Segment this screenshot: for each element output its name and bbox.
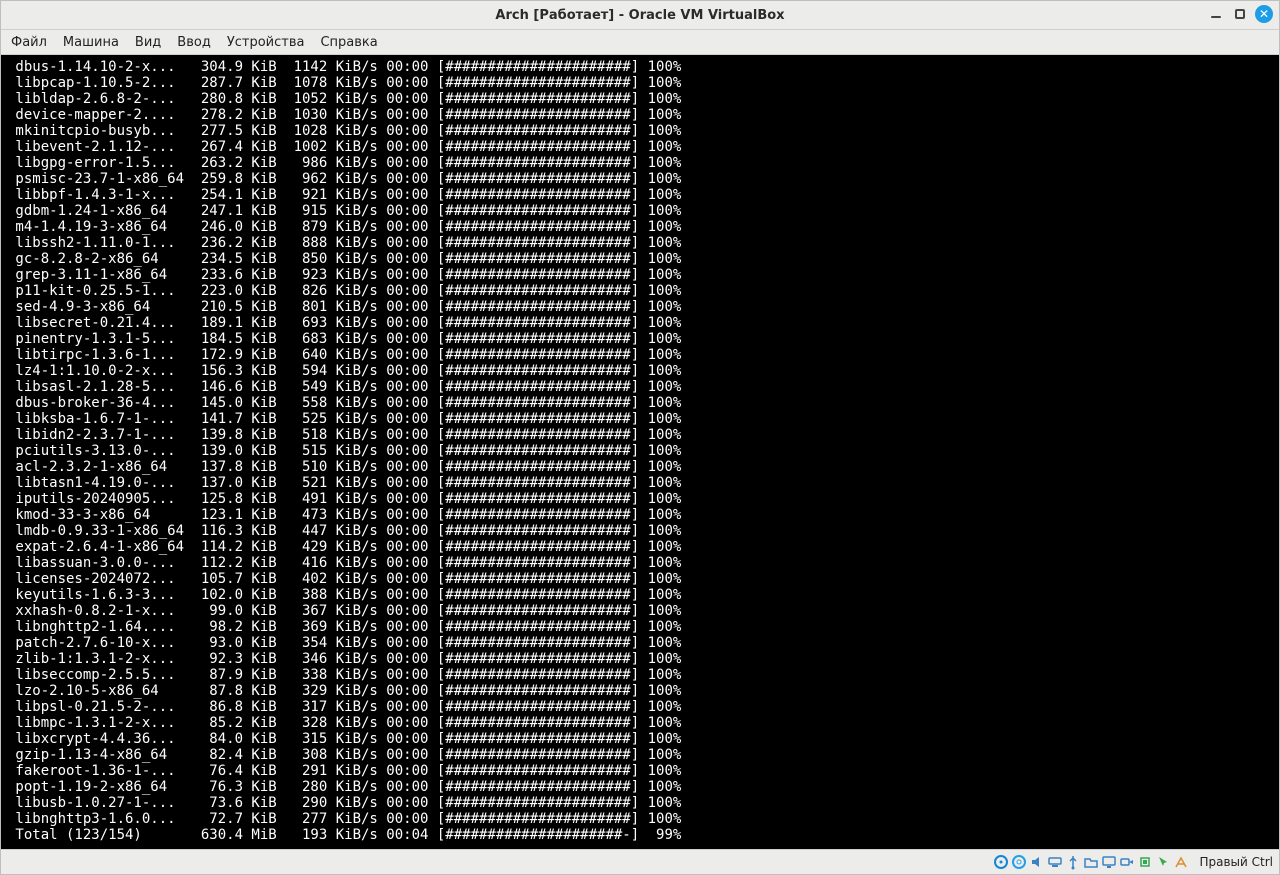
titlebar: Arch [Работает] - Oracle VM VirtualBox ✕ bbox=[1, 1, 1279, 30]
menubar: Файл Машина Вид Ввод Устройства Справка bbox=[1, 30, 1279, 55]
terminal-output: dbus-1.14.10-2-x... 304.9 KiB 1142 KiB/s… bbox=[1, 55, 1279, 849]
keyboard-icon[interactable] bbox=[1173, 854, 1189, 870]
menu-view[interactable]: Вид bbox=[135, 35, 161, 50]
statusbar: Правый Ctrl bbox=[1, 849, 1279, 874]
mouse-integration-icon[interactable] bbox=[1155, 854, 1171, 870]
menu-help[interactable]: Справка bbox=[320, 35, 377, 50]
usb-icon[interactable] bbox=[1065, 854, 1081, 870]
window-title: Arch [Работает] - Oracle VM VirtualBox bbox=[495, 8, 784, 23]
audio-icon[interactable] bbox=[1029, 854, 1045, 870]
display-icon[interactable] bbox=[1101, 854, 1117, 870]
recording-icon[interactable] bbox=[1119, 854, 1135, 870]
host-key-indicator: Правый Ctrl bbox=[1199, 855, 1273, 869]
maximize-button[interactable] bbox=[1231, 5, 1249, 23]
menu-machine[interactable]: Машина bbox=[63, 35, 119, 50]
menu-input[interactable]: Ввод bbox=[177, 35, 211, 50]
status-icons bbox=[993, 854, 1189, 870]
optical-disk-icon[interactable] bbox=[1011, 854, 1027, 870]
cpu-icon[interactable] bbox=[1137, 854, 1153, 870]
window-controls: ✕ bbox=[1207, 5, 1273, 23]
menu-file[interactable]: Файл bbox=[11, 35, 47, 50]
network-icon[interactable] bbox=[1047, 854, 1063, 870]
virtualbox-window: Arch [Работает] - Oracle VM VirtualBox ✕… bbox=[0, 0, 1280, 875]
menu-devices[interactable]: Устройства bbox=[227, 35, 305, 50]
hard-disk-icon[interactable] bbox=[993, 854, 1009, 870]
minimize-button[interactable] bbox=[1207, 5, 1225, 23]
shared-folders-icon[interactable] bbox=[1083, 854, 1099, 870]
close-button[interactable]: ✕ bbox=[1255, 5, 1273, 23]
